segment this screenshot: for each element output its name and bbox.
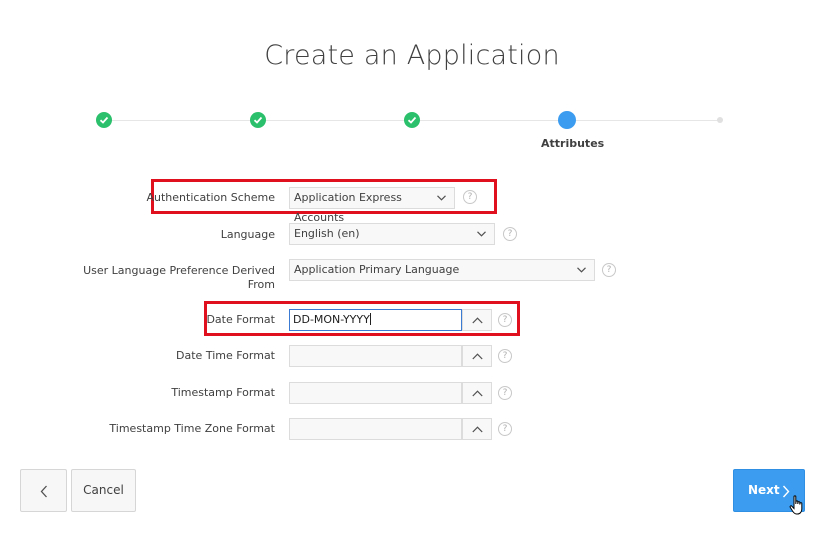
chevron-down-icon — [577, 267, 586, 273]
chevron-down-icon — [477, 231, 486, 237]
timestamp-tz-format-label: Timestamp Time Zone Format — [109, 422, 275, 435]
check-icon — [253, 116, 263, 124]
help-icon[interactable]: ? — [498, 386, 512, 400]
help-icon[interactable]: ? — [498, 313, 512, 327]
wizard-step-4-current — [558, 111, 576, 129]
help-icon[interactable]: ? — [503, 227, 517, 241]
text-cursor — [369, 313, 371, 325]
previous-button[interactable] — [20, 469, 67, 512]
date-format-input[interactable]: DD-MON-YYYY — [289, 309, 462, 331]
authentication-scheme-value: Application Express Accounts — [294, 191, 402, 224]
wizard-step-3-done — [404, 112, 420, 128]
date-time-format-picker-button[interactable] — [462, 345, 492, 367]
next-button-label: Next — [748, 483, 780, 497]
language-value: English (en) — [294, 227, 360, 240]
user-language-pref-label-line2: From — [247, 278, 275, 291]
check-icon — [99, 116, 109, 124]
chevron-left-icon — [40, 485, 47, 498]
wizard-step-2-done — [250, 112, 266, 128]
chevron-up-icon — [472, 426, 483, 433]
language-label: Language — [220, 228, 275, 241]
hand-pointer-cursor-icon — [789, 495, 803, 515]
wizard-current-step-label: Attributes — [541, 137, 605, 150]
page-title: Create an Application — [264, 40, 560, 71]
wizard-step-5-future — [717, 117, 723, 123]
chevron-down-icon — [437, 195, 446, 201]
timestamp-tz-format-picker-button[interactable] — [462, 418, 492, 440]
authentication-scheme-select[interactable]: Application Express Accounts — [289, 187, 455, 224]
cancel-button[interactable]: Cancel — [71, 469, 136, 512]
language-select[interactable]: English (en) — [289, 223, 495, 245]
chevron-up-icon — [472, 353, 483, 360]
authentication-scheme-label: Authentication Scheme — [146, 191, 276, 204]
chevron-up-icon — [472, 390, 483, 397]
next-button[interactable]: Next — [733, 469, 805, 515]
cancel-button-label: Cancel — [83, 483, 124, 497]
help-icon[interactable]: ? — [498, 349, 512, 363]
chevron-up-icon — [472, 317, 483, 324]
date-format-value: DD-MON-YYYY — [293, 313, 370, 326]
timestamp-format-label: Timestamp Format — [171, 386, 275, 399]
date-format-label: Date Format — [206, 313, 275, 326]
user-language-pref-label-line1: User Language Preference Derived — [83, 264, 275, 277]
help-icon[interactable]: ? — [463, 190, 477, 204]
user-language-pref-value: Application Primary Language — [294, 263, 460, 276]
user-language-pref-select[interactable]: Application Primary Language — [289, 259, 595, 281]
user-language-pref-label: User Language Preference Derived From — [83, 264, 275, 292]
timestamp-tz-format-input[interactable] — [289, 418, 462, 440]
help-icon[interactable]: ? — [498, 422, 512, 436]
date-time-format-label: Date Time Format — [176, 349, 275, 362]
check-icon — [407, 116, 417, 124]
date-format-picker-button[interactable] — [462, 309, 492, 331]
timestamp-format-input[interactable] — [289, 382, 462, 404]
date-time-format-input[interactable] — [289, 345, 462, 367]
wizard-step-1-done — [96, 112, 112, 128]
timestamp-format-picker-button[interactable] — [462, 382, 492, 404]
help-icon[interactable]: ? — [602, 263, 616, 277]
